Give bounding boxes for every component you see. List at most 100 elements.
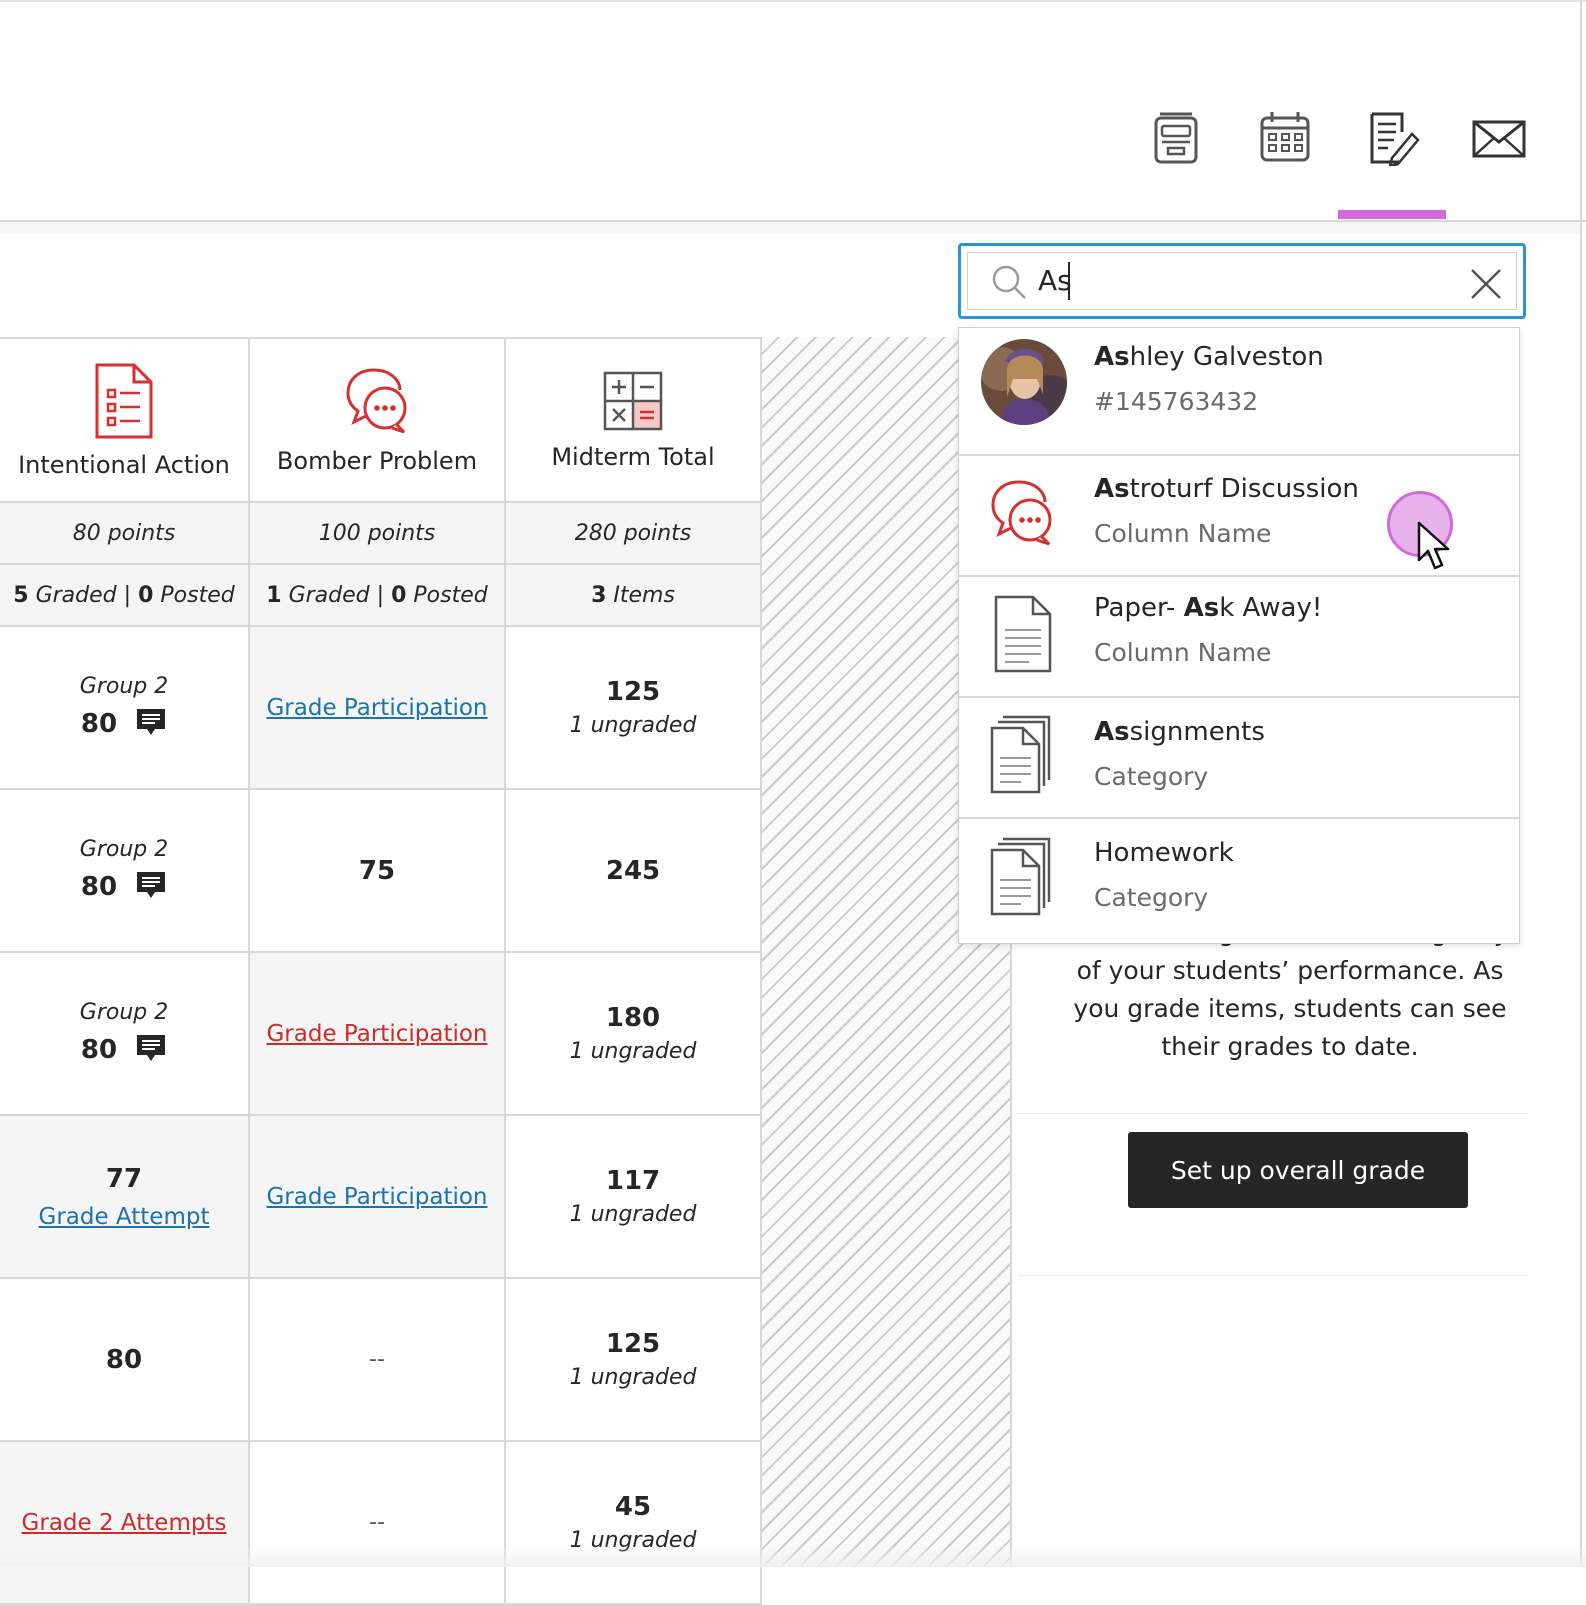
score-value: 80 — [80, 709, 118, 739]
feedback-icon[interactable] — [135, 1033, 167, 1068]
top-navigation-bar — [0, 0, 1586, 222]
graded-label: Graded — [288, 582, 370, 608]
test-icon — [94, 362, 154, 445]
column-name: Bomber Problem — [276, 446, 478, 475]
empty-grade: -- — [369, 1510, 385, 1535]
grade-cell[interactable]: 245 — [506, 790, 762, 953]
messages-icon[interactable] — [1472, 110, 1528, 166]
grade-cell[interactable]: Grade Participation — [250, 627, 506, 790]
score-value: 77 — [105, 1163, 143, 1194]
points-label: 100 points — [318, 520, 436, 546]
graded-count: 1 — [266, 582, 282, 608]
search-result-student[interactable]: Ashley Galveston #145763432 — [959, 328, 1519, 456]
feedback-icon[interactable] — [135, 870, 167, 905]
grade-cell[interactable]: 125 1 ungraded — [506, 1279, 762, 1442]
points-cell: 80 points — [0, 503, 250, 565]
column-name: Midterm Total — [551, 442, 715, 471]
grade-cell[interactable]: 117 1 ungraded — [506, 1116, 762, 1279]
graded-cell: 1 Graded | 0 Posted — [250, 565, 506, 627]
divider — [1018, 1275, 1528, 1276]
items-summary: 3 Items — [591, 583, 675, 608]
ungraded-label: 1 ungraded — [569, 1202, 697, 1227]
grade-value: 75 — [358, 855, 396, 886]
search-result-category[interactable]: Assignments Category — [959, 698, 1519, 819]
search-field[interactable] — [958, 243, 1526, 319]
search-result-column[interactable]: Paper- Ask Away! Column Name — [959, 577, 1519, 698]
points-label: 80 points — [72, 520, 176, 546]
document-icon — [993, 594, 1053, 679]
grade-cell[interactable]: Grade Participation — [250, 1116, 506, 1279]
grade-cell[interactable]: 45 1 ungraded — [506, 1442, 762, 1605]
ungraded-label: 1 ungraded — [569, 713, 697, 738]
match-highlight: As — [1094, 717, 1130, 747]
posted-label: Posted — [160, 582, 235, 608]
score-row: 80 — [81, 870, 167, 905]
stream-icon[interactable] — [1150, 110, 1206, 166]
column-name: Intentional Action — [18, 450, 230, 479]
grade-cell[interactable]: 180 1 ungraded — [506, 953, 762, 1116]
total-value: 125 — [605, 1329, 661, 1359]
grade-cell[interactable]: 77 Grade Attempt — [0, 1116, 250, 1279]
points-cell: 100 points — [250, 503, 506, 565]
column-header-intentional-action[interactable]: Intentional Action — [0, 339, 250, 503]
grade-cell[interactable]: 75 — [250, 790, 506, 953]
gradebook-icon[interactable] — [1366, 110, 1422, 168]
divider — [0, 222, 1580, 234]
result-title: Ashley Galveston — [1094, 342, 1324, 372]
grade-cell[interactable]: Group 2 80 — [0, 627, 250, 790]
grade-participation-link[interactable]: Grade Participation — [266, 695, 487, 721]
grade-cell[interactable]: -- — [250, 1279, 506, 1442]
result-title-rest: hley Galveston — [1129, 342, 1324, 372]
grade-cell[interactable]: Group 2 80 — [0, 953, 250, 1116]
total-value: 125 — [605, 677, 661, 707]
separator: | — [376, 582, 385, 608]
items-label: Items — [613, 582, 675, 608]
result-title-rest: signments — [1129, 717, 1265, 747]
result-subtitle: Column Name — [1094, 638, 1272, 667]
posted-count: 0 — [138, 582, 154, 608]
grade-participation-link[interactable]: Grade Participation — [266, 1184, 487, 1210]
grade-cell[interactable]: -- — [250, 1442, 506, 1605]
graded-count: 5 — [13, 582, 29, 608]
grade-cell[interactable]: Grade Participation — [250, 953, 506, 1116]
match-highlight: As — [1094, 342, 1130, 372]
close-icon[interactable] — [1469, 267, 1503, 306]
posted-label: Posted — [413, 582, 488, 608]
result-title: Homework — [1094, 838, 1234, 868]
result-subtitle: Category — [1094, 762, 1209, 791]
overall-grade-description: The overall grade is a running tally of … — [1071, 936, 1508, 1061]
set-up-overall-grade-button[interactable]: Set up overall grade — [1128, 1132, 1468, 1208]
grade-cell[interactable]: 80 — [0, 1279, 250, 1442]
avatar — [981, 339, 1067, 425]
separator: | — [123, 582, 132, 608]
result-title-rest: k Away! — [1219, 593, 1323, 623]
grade-cell[interactable]: 125 1 ungraded — [506, 627, 762, 790]
score-row: 80 — [81, 707, 167, 742]
column-header-midterm-total[interactable]: Midterm Total — [506, 339, 762, 503]
grade-cell[interactable]: Group 2 80 — [0, 790, 250, 953]
calendar-icon[interactable] — [1258, 110, 1314, 166]
bottom-shadow — [0, 1545, 1586, 1567]
result-title-rest: Homework — [1094, 838, 1234, 868]
grade-attempt-link[interactable]: Grade Attempt — [39, 1204, 210, 1230]
group-label: Group 2 — [79, 999, 169, 1025]
group-label: Group 2 — [79, 836, 169, 862]
feedback-icon[interactable] — [135, 707, 167, 742]
result-title: Paper- Ask Away! — [1094, 593, 1322, 623]
graded-label: Graded — [35, 582, 117, 608]
grade-attempts-link[interactable]: Grade 2 Attempts — [22, 1510, 227, 1536]
score-value: 80 — [80, 872, 118, 902]
discussion-icon — [989, 478, 1055, 553]
grade-participation-link[interactable]: Grade Participation — [266, 1021, 487, 1047]
grade-cell[interactable]: Grade 2 Attempts — [0, 1442, 250, 1605]
group-label: Group 2 — [79, 673, 169, 699]
graded-summary: 1 Graded | 0 Posted — [266, 583, 487, 608]
search-input[interactable] — [1038, 260, 1418, 300]
total-value: 245 — [605, 855, 661, 886]
match-highlight: As — [1183, 593, 1220, 623]
result-subtitle: #145763432 — [1094, 387, 1259, 416]
graded-summary: 5 Graded | 0 Posted — [13, 583, 234, 608]
search-result-category[interactable]: Homework Category — [959, 819, 1519, 943]
calculator-icon — [602, 370, 664, 437]
column-header-bomber-problem[interactable]: Bomber Problem — [250, 339, 506, 503]
